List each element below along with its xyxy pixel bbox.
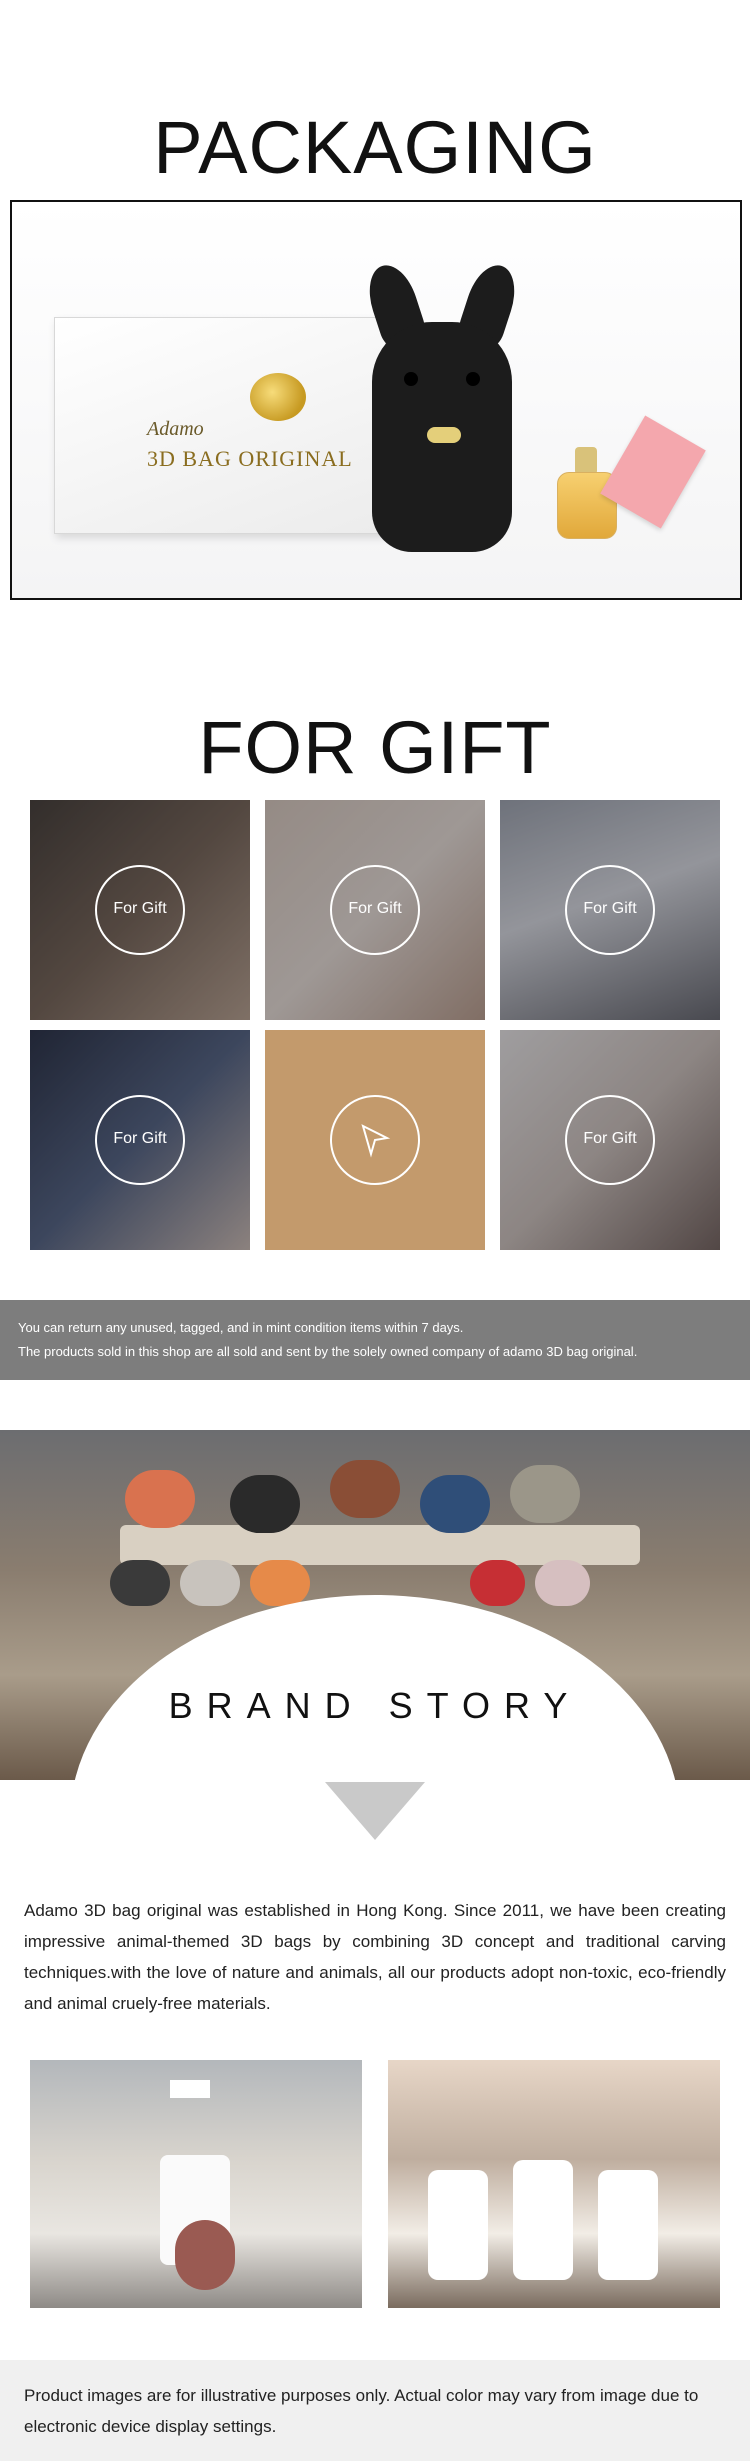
gift-tile-arrow[interactable] (265, 1030, 485, 1250)
down-triangle-icon (325, 1782, 425, 1840)
box-script-logo: Adamo (147, 418, 204, 440)
gift-tile-couple[interactable]: For Gift (265, 800, 485, 1020)
bag-small-3 (250, 1560, 310, 1606)
gift-title: FOR GIFT (198, 705, 552, 789)
dog-statue (175, 2220, 235, 2290)
brand-story-text: Adamo 3D bag original was established in… (24, 1901, 726, 2013)
bag-orange (125, 1470, 195, 1528)
packaging-title: PACKAGING (153, 105, 597, 189)
display-shelf (120, 1525, 640, 1565)
bag-blue (420, 1475, 490, 1533)
disclaimer-footer: Product images are for illustrative purp… (0, 2360, 750, 2461)
bag-small-red (470, 1560, 525, 1606)
gift-grid: For Gift For Gift For Gift For Gift For … (30, 800, 720, 1250)
gift-tile-family[interactable]: For Gift (30, 800, 250, 1020)
notice-line-2: The products sold in this shop are all s… (18, 1344, 638, 1359)
bag-small-1 (110, 1560, 170, 1606)
cursor-arrow-icon (361, 1124, 391, 1158)
box-brand-text: 3D BAG ORIGINAL (147, 446, 353, 471)
gift-tile-label: For Gift (113, 1130, 167, 1147)
gold-rose-logo (250, 373, 306, 421)
notice-line-1: You can return any unused, tagged, and i… (18, 1320, 464, 1335)
gold-bow (427, 427, 461, 443)
gift-tile-label: For Gift (113, 900, 167, 917)
bag-brown-cat (330, 1460, 400, 1518)
gift-tile-parent[interactable]: For Gift (500, 1030, 720, 1250)
perfume-cap (575, 447, 597, 475)
bag-black (230, 1475, 300, 1533)
gift-tile-friends[interactable]: For Gift (30, 1030, 250, 1250)
bag-owl (510, 1465, 580, 1523)
store-photo-right (388, 2060, 720, 2308)
disclaimer-text: Product images are for illustrative purp… (24, 2386, 699, 2436)
brand-story-title: BRAND STORY (168, 1685, 582, 1726)
gift-tile-label: For Gift (583, 1130, 637, 1147)
bag-small-2 (180, 1560, 240, 1606)
packaging-photo: Adamo 3D BAG ORIGINAL (10, 200, 742, 600)
gift-tile-label: For Gift (583, 900, 637, 917)
bag-small-pink (535, 1560, 590, 1606)
gift-box-white: Adamo 3D BAG ORIGINAL (54, 317, 386, 534)
return-policy-notice: You can return any unused, tagged, and i… (0, 1300, 750, 1380)
gift-tile-meeting[interactable]: For Gift (500, 800, 720, 1020)
store-photo-left (30, 2060, 362, 2308)
gift-tile-label: For Gift (348, 900, 402, 917)
